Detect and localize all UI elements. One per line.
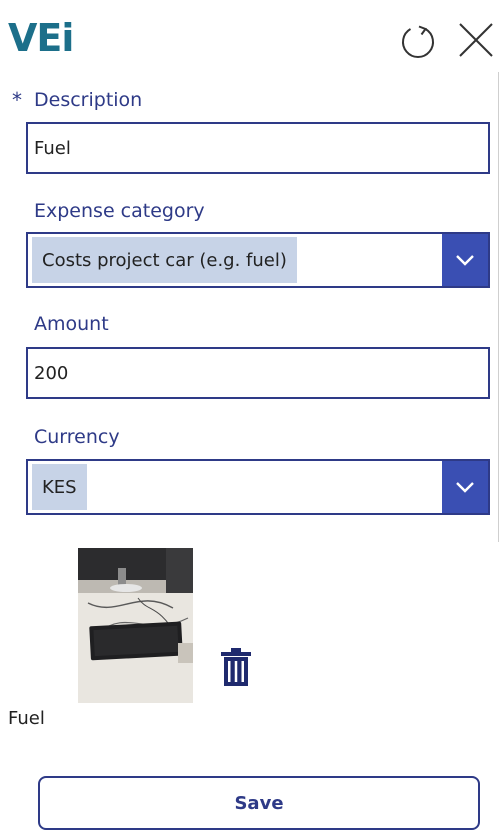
currency-selected: KES — [32, 464, 87, 510]
expense-category-dropdown[interactable]: Costs project car (e.g. fuel) — [26, 232, 490, 288]
currency-dropdown[interactable]: KES — [26, 459, 490, 515]
refresh-icon — [402, 25, 434, 58]
chevron-down-icon — [456, 255, 474, 266]
expense-category-selected: Costs project car (e.g. fuel) — [32, 237, 297, 283]
description-label: Description — [34, 89, 143, 111]
description-field[interactable]: Fuel — [26, 122, 490, 174]
currency-toggle[interactable] — [442, 461, 488, 513]
attachment-caption: Fuel — [8, 708, 45, 729]
scrollbar[interactable] — [498, 72, 499, 542]
currency-label: Currency — [34, 426, 120, 448]
required-marker: * — [12, 88, 22, 112]
amount-field[interactable]: 200 — [26, 347, 490, 399]
attachment-photo[interactable] — [78, 548, 193, 703]
close-icon — [459, 23, 493, 57]
trash-icon — [221, 648, 251, 686]
chevron-down-icon — [456, 482, 474, 493]
delete-attachment-button[interactable] — [219, 647, 253, 691]
save-button[interactable]: Save — [38, 776, 480, 830]
photo-thumbnail-image — [78, 548, 193, 703]
close-button[interactable] — [456, 20, 496, 60]
expense-category-toggle[interactable] — [442, 234, 488, 286]
app-logo: VEi — [8, 16, 74, 60]
expense-category-label: Expense category — [34, 200, 205, 222]
refresh-button[interactable] — [398, 20, 438, 60]
amount-label: Amount — [34, 313, 109, 335]
